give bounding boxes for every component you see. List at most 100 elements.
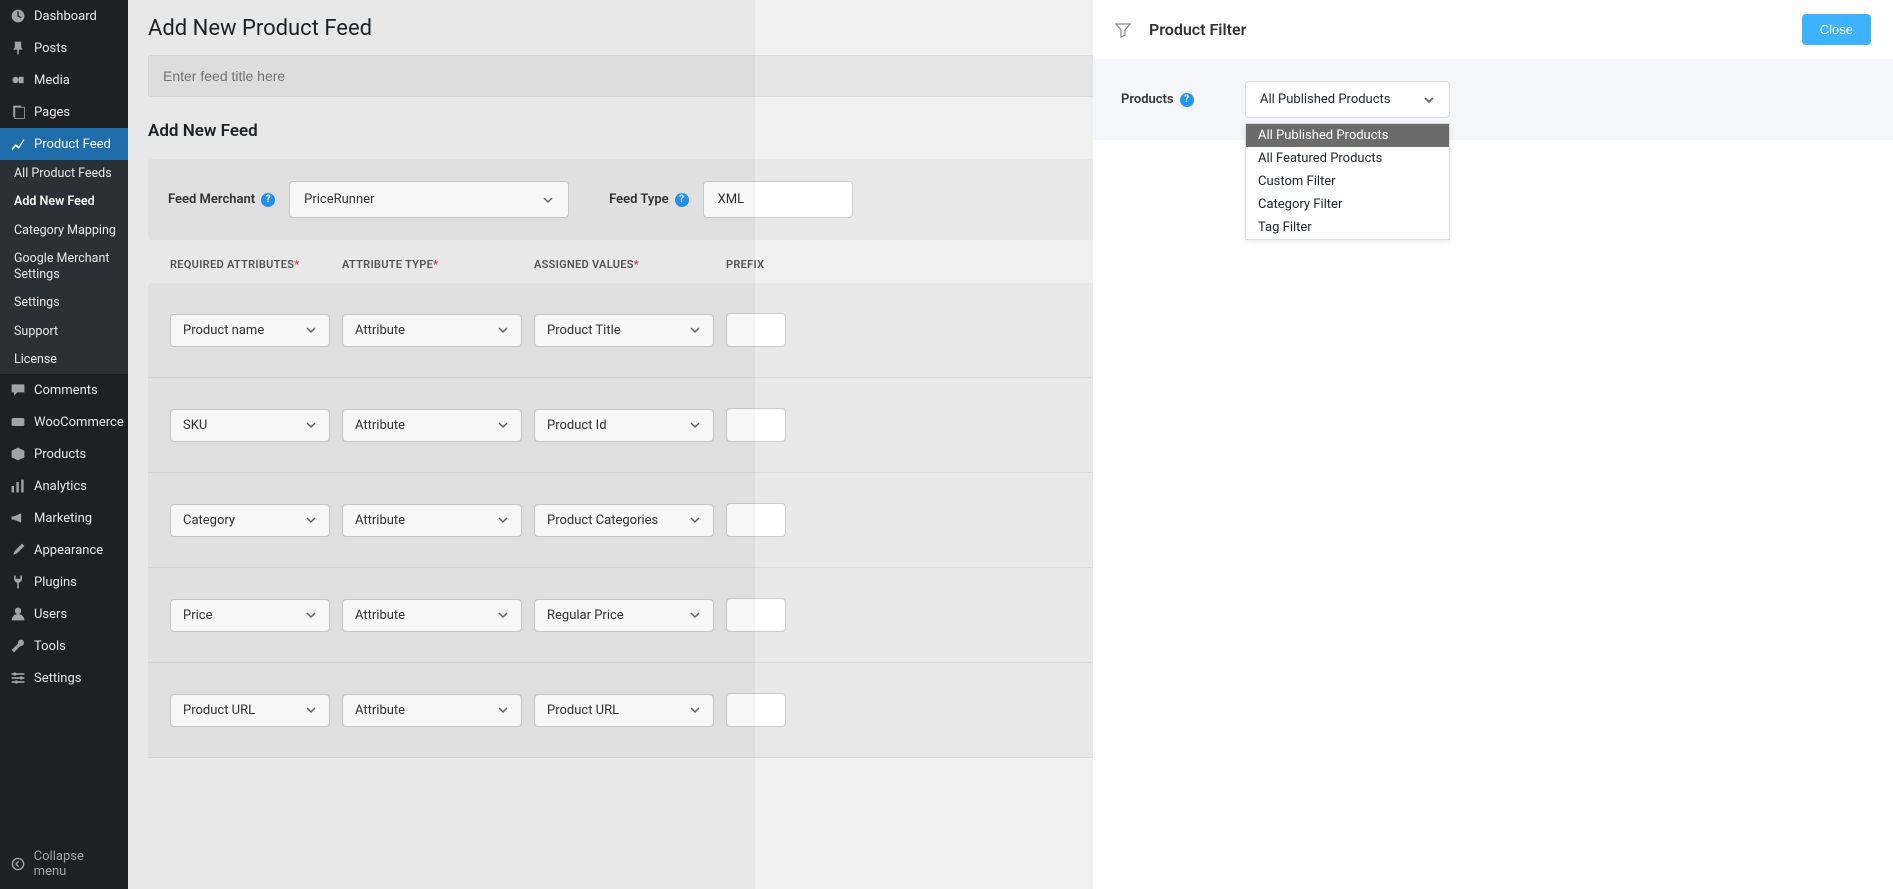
admin-sidebar: Dashboard Posts Media Pages Product FeedAll … (0, 0, 128, 889)
prefix-input[interactable] (726, 693, 786, 727)
chevron-down-icon (1423, 94, 1435, 106)
sidebar-item-label: Appearance (34, 543, 103, 558)
chart-icon (10, 136, 26, 152)
feed-merchant-select[interactable]: PriceRunner (289, 181, 569, 218)
sidebar-item-users[interactable]: Users (0, 598, 128, 630)
plug-icon (10, 574, 26, 590)
sidebar-item-woocommerce[interactable]: WooCommerce (0, 406, 128, 438)
user-icon (10, 606, 26, 622)
sidebar-item-tools[interactable]: Tools (0, 630, 128, 662)
val-select[interactable]: Product Id (534, 409, 714, 442)
prefix-input[interactable] (726, 598, 786, 632)
bars-icon (10, 478, 26, 494)
products-option[interactable]: All Published Products (1246, 124, 1449, 147)
chevron-down-icon (305, 704, 317, 716)
sidebar-item-label: Media (34, 73, 70, 88)
req-select[interactable]: Price (170, 599, 330, 632)
type-select[interactable]: Attribute (342, 314, 522, 347)
col-attr-type: Attribute Type (342, 258, 433, 271)
prefix-input[interactable] (726, 408, 786, 442)
req-select[interactable]: SKU (170, 409, 330, 442)
drawer-title-text: Product Filter (1149, 20, 1246, 39)
val-select[interactable]: Product Title (534, 314, 714, 347)
sidebar-item-analytics[interactable]: Analytics (0, 470, 128, 502)
sidebar-item-dashboard[interactable]: Dashboard (0, 0, 128, 32)
submenu-item-settings[interactable]: Settings (0, 289, 128, 317)
sidebar-item-media[interactable]: Media (0, 64, 128, 96)
sidebar-item-plugins[interactable]: Plugins (0, 566, 128, 598)
chevron-down-icon (689, 704, 701, 716)
wrench-icon (10, 638, 26, 654)
megaphone-icon (10, 510, 26, 526)
sidebar-item-appearance[interactable]: Appearance (0, 534, 128, 566)
col-required: Required Attributes (170, 258, 294, 271)
req-select[interactable]: Product name (170, 314, 330, 347)
sidebar-item-label: Dashboard (34, 9, 97, 24)
sidebar-item-label: Analytics (34, 479, 87, 494)
sidebar-item-label: Tools (34, 639, 66, 654)
products-dropdown[interactable]: All Published Products (1245, 81, 1450, 118)
collapse-menu-label: Collapse menu (34, 849, 118, 879)
req-select[interactable]: Category (170, 504, 330, 537)
sidebar-submenu: All Product FeedsAdd New FeedCategory Ma… (0, 160, 128, 374)
dashboard-icon (10, 8, 26, 24)
submenu-item-license[interactable]: License (0, 346, 128, 374)
submenu-item-google-merchant-settings[interactable]: Google Merchant Settings (0, 245, 128, 290)
comment-icon (10, 382, 26, 398)
type-select[interactable]: Attribute (342, 504, 522, 537)
sidebar-item-label: Marketing (34, 511, 92, 526)
sidebar-item-settings[interactable]: Settings (0, 662, 128, 694)
val-select[interactable]: Product URL (534, 694, 714, 727)
chevron-down-icon (497, 324, 509, 336)
close-button[interactable]: Close (1802, 14, 1871, 45)
prefix-input[interactable] (726, 313, 786, 347)
submenu-item-category-mapping[interactable]: Category Mapping (0, 217, 128, 245)
chevron-down-icon (305, 419, 317, 431)
val-select[interactable]: Product Categories (534, 504, 714, 537)
sidebar-item-pages[interactable]: Pages (0, 96, 128, 128)
chevron-down-icon (497, 704, 509, 716)
feed-type-select[interactable]: XML (703, 181, 853, 218)
help-icon[interactable]: ? (261, 193, 275, 207)
help-icon[interactable]: ? (1180, 93, 1194, 107)
col-assigned: Assigned Values (534, 258, 634, 271)
chevron-down-icon (689, 324, 701, 336)
products-option[interactable]: All Featured Products (1246, 147, 1449, 170)
chevron-down-icon (689, 609, 701, 621)
products-option[interactable]: Custom Filter (1246, 170, 1449, 193)
col-prefix: Prefix (726, 258, 764, 271)
box-icon (10, 446, 26, 462)
sidebar-item-label: Pages (34, 105, 70, 120)
type-select[interactable]: Attribute (342, 599, 522, 632)
brush-icon (10, 542, 26, 558)
submenu-item-support[interactable]: Support (0, 318, 128, 346)
submenu-item-all-product-feeds[interactable]: All Product Feeds (0, 160, 128, 188)
products-option[interactable]: Category Filter (1246, 193, 1449, 216)
type-select[interactable]: Attribute (342, 694, 522, 727)
products-option[interactable]: Tag Filter (1246, 216, 1449, 239)
sidebar-item-products[interactable]: Products (0, 438, 128, 470)
sidebar-item-label: Posts (34, 41, 67, 56)
prefix-input[interactable] (726, 503, 786, 537)
type-select[interactable]: Attribute (342, 409, 522, 442)
sidebar-item-label: Plugins (34, 575, 77, 590)
req-select[interactable]: Product URL (170, 694, 330, 727)
sidebar-item-label: WooCommerce (34, 415, 124, 430)
woo-icon (10, 414, 26, 430)
sidebar-item-marketing[interactable]: Marketing (0, 502, 128, 534)
chevron-down-icon (305, 514, 317, 526)
drawer-header: Product Filter Close (1093, 0, 1893, 59)
chevron-down-icon (497, 419, 509, 431)
submenu-item-add-new-feed[interactable]: Add New Feed (0, 188, 128, 216)
chevron-down-icon (497, 514, 509, 526)
help-icon[interactable]: ? (675, 193, 689, 207)
sidebar-item-product-feed[interactable]: Product Feed (0, 128, 128, 160)
products-label: Products ? (1121, 92, 1231, 107)
product-filter-drawer: Product Filter Close Products ? All Publ… (1093, 0, 1893, 889)
chevron-down-icon (497, 609, 509, 621)
media-icon (10, 72, 26, 88)
collapse-menu-button[interactable]: Collapse menu (0, 839, 128, 889)
sidebar-item-posts[interactable]: Posts (0, 32, 128, 64)
val-select[interactable]: Regular Price (534, 599, 714, 632)
sidebar-item-comments[interactable]: Comments (0, 374, 128, 406)
